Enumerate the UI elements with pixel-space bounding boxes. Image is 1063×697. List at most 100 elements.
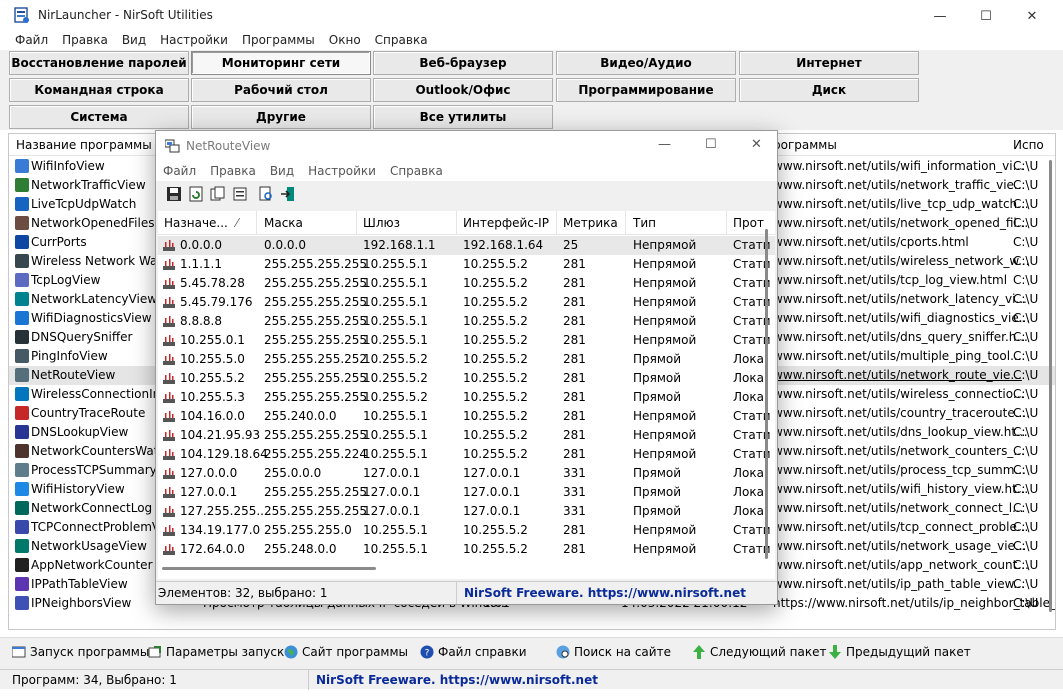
column-header-destination[interactable]: Назначе... <box>164 216 228 230</box>
program-url: www.nirsoft.net/utils/wireless_connectio… <box>773 387 1025 401</box>
status-nirsoft-link[interactable]: NirSoft Freeware. https://www.nirsoft.ne… <box>316 673 598 687</box>
route-row[interactable]: 127.0.0.1 255.255.255.255 127.0.0.1 127.0.0… <box>158 483 775 502</box>
menu-help[interactable]: Справка <box>368 32 435 50</box>
minimize-button[interactable]: — <box>917 0 963 32</box>
route-row[interactable]: 1.1.1.1 255.255.255.255 10.255.5.1 10.255.5… <box>158 255 775 274</box>
category-other[interactable]: Другие <box>191 105 371 129</box>
menu-edit[interactable]: Правка <box>55 32 115 50</box>
program-list-scrollbar[interactable] <box>1049 156 1053 626</box>
program-site-button[interactable]: Сайт программы <box>284 645 408 659</box>
column-header-gateway[interactable]: Шлюз <box>363 216 400 230</box>
arrow-down-icon <box>829 645 841 659</box>
route-gateway: 10.255.5.1 <box>363 542 428 556</box>
category-command-line[interactable]: Командная строка <box>9 78 189 102</box>
program-icon <box>15 311 29 325</box>
column-header-metric[interactable]: Метрика <box>563 216 618 230</box>
next-package-button[interactable]: Следующий пакет <box>692 645 826 659</box>
route-row[interactable]: 127.0.0.0 255.0.0.0 127.0.0.1 127.0.0.1 331 П… <box>158 464 775 483</box>
program-path: C:\U <box>1013 406 1039 420</box>
route-type: Прямой <box>633 485 682 499</box>
category-programming[interactable]: Программирование <box>556 78 736 102</box>
main-titlebar[interactable]: NirLauncher - NirSoft Utilities — ☐ ✕ <box>0 0 1063 32</box>
route-row[interactable]: 172.64.0.0 255.248.0.0 10.255.5.1 10.255.5.… <box>158 540 775 559</box>
category-disk[interactable]: Диск <box>739 78 919 102</box>
column-header-interface-ip[interactable]: Интерфейс-IP <box>463 216 549 230</box>
category-internet[interactable]: Интернет <box>739 51 919 75</box>
nrv-menu-settings[interactable]: Настройки <box>301 161 383 181</box>
route-row[interactable]: 10.255.0.1 255.255.255.255 10.255.5.1 10.25… <box>158 331 775 350</box>
menu-window[interactable]: Окно <box>322 32 368 50</box>
find-icon[interactable] <box>258 186 274 202</box>
refresh-icon[interactable] <box>188 186 204 202</box>
prev-package-button[interactable]: Предыдущий пакет <box>828 645 971 659</box>
close-button[interactable]: ✕ <box>1009 0 1055 32</box>
route-row[interactable]: 10.255.5.0 255.255.255.252 10.255.5.2 10.25… <box>158 350 775 369</box>
nrv-maximize-button[interactable]: ☐ <box>705 137 717 152</box>
category-video-audio[interactable]: Видео/Аудио <box>556 51 736 75</box>
properties-icon[interactable] <box>232 186 248 202</box>
route-row[interactable]: 8.8.8.8 255.255.255.255 10.255.5.1 10.255.5… <box>158 312 775 331</box>
category-system[interactable]: Система <box>9 105 189 129</box>
route-row[interactable]: 5.45.79.176 255.255.255.255 10.255.5.1 10.2… <box>158 293 775 312</box>
program-icon <box>15 387 29 401</box>
route-row[interactable]: 127.255.255.... 255.255.255.255 127.0.0.1 1… <box>158 502 775 521</box>
netrouteview-window[interactable]: NetRouteView — ☐ ✕ Файл Правка Вид Настр… <box>155 130 778 605</box>
nrv-close-button[interactable]: ✕ <box>751 137 762 152</box>
nrv-menu-edit[interactable]: Правка <box>203 161 263 181</box>
column-header-name[interactable]: Название программы <box>16 138 152 152</box>
route-destination: 10.255.5.2 <box>180 371 245 385</box>
program-icon <box>15 254 29 268</box>
nrv-status-link[interactable]: NirSoft Freeware. https://www.nirsoft.ne… <box>464 586 746 600</box>
category-web-browser[interactable]: Веб-браузер <box>373 51 553 75</box>
category-outlook-office[interactable]: Outlook/Офис <box>373 78 553 102</box>
route-row[interactable]: 5.45.78.28 255.255.255.255 10.255.5.1 10.25… <box>158 274 775 293</box>
site-search-button[interactable]: Поиск на сайте <box>556 645 671 659</box>
route-row[interactable]: 104.16.0.0 255.240.0.0 10.255.5.1 10.255.5.… <box>158 407 775 426</box>
category-all-utilities[interactable]: Все утилиты <box>373 105 553 129</box>
route-type: Непрямой <box>633 314 697 328</box>
maximize-button[interactable]: ☐ <box>963 0 1009 32</box>
program-url: www.nirsoft.net/utils/tcp_log_view.html <box>773 273 1008 287</box>
route-protocol: Лока. <box>733 352 768 366</box>
route-row[interactable]: 0.0.0.0 0.0.0.0 192.168.1.1 192.168.1.64 25 Н… <box>158 236 775 255</box>
route-table-vscrollbar[interactable] <box>765 229 768 559</box>
prev-package-label: Предыдущий пакет <box>846 645 971 659</box>
route-icon <box>163 430 175 441</box>
route-row[interactable]: 104.129.18.64 255.255.255.224 10.255.5.1 10… <box>158 445 775 464</box>
nrv-menu-file[interactable]: Файл <box>156 161 203 181</box>
route-row[interactable]: 104.21.95.93 255.255.255.255 10.255.5.1 10.… <box>158 426 775 445</box>
nrv-minimize-button[interactable]: — <box>658 137 671 152</box>
menu-file[interactable]: Файл <box>8 32 55 50</box>
copy-icon[interactable] <box>210 186 226 202</box>
route-interface-ip: 192.168.1.64 <box>463 238 544 252</box>
nrv-menu-view[interactable]: Вид <box>263 161 301 181</box>
menu-settings[interactable]: Настройки <box>153 32 235 50</box>
exit-icon[interactable] <box>280 186 296 202</box>
category-password-recovery[interactable]: Восстановление паролей <box>9 51 189 75</box>
menu-programs[interactable]: Программы <box>235 32 322 50</box>
program-url: www.nirsoft.net/utils/wifi_history_view.… <box>773 482 1029 496</box>
menu-view[interactable]: Вид <box>115 32 153 50</box>
column-header-type[interactable]: Тип <box>633 216 656 230</box>
category-network-monitoring[interactable]: Мониторинг сети <box>191 51 371 75</box>
route-row[interactable]: 10.255.5.2 255.255.255.255 10.255.5.2 10.25… <box>158 369 775 388</box>
nrv-menu-help[interactable]: Справка <box>383 161 450 181</box>
route-row[interactable]: 134.19.177.0 255.255.255.0 10.255.5.1 10.25… <box>158 521 775 540</box>
column-header-url[interactable]: рограммы <box>773 138 837 152</box>
params-icon <box>148 646 161 658</box>
category-desktop[interactable]: Рабочий стол <box>191 78 371 102</box>
run-program-button[interactable]: Запуск программы <box>12 645 149 659</box>
save-icon[interactable] <box>166 186 182 202</box>
program-name: TCPConnectProblemVie <box>31 520 171 534</box>
route-table-hscrollbar[interactable] <box>158 563 762 573</box>
route-table[interactable]: Назначе... ⁄ Маска Шлюз Интерфейс-IP Мет… <box>158 211 775 579</box>
route-gateway: 10.255.5.1 <box>363 276 428 290</box>
netrouteview-titlebar[interactable]: NetRouteView — ☐ ✕ <box>156 131 777 161</box>
program-name: TcpLogView <box>31 273 101 287</box>
help-file-button[interactable]: ? Файл справки <box>420 645 527 659</box>
column-header-mask[interactable]: Маска <box>264 216 303 230</box>
route-row[interactable]: 10.255.5.3 255.255.255.255 10.255.5.2 10.25… <box>158 388 775 407</box>
column-header-protocol[interactable]: Прот <box>733 216 764 230</box>
launch-params-button[interactable]: Параметры запуска <box>148 645 292 659</box>
column-header-path[interactable]: Испо <box>1013 138 1044 152</box>
